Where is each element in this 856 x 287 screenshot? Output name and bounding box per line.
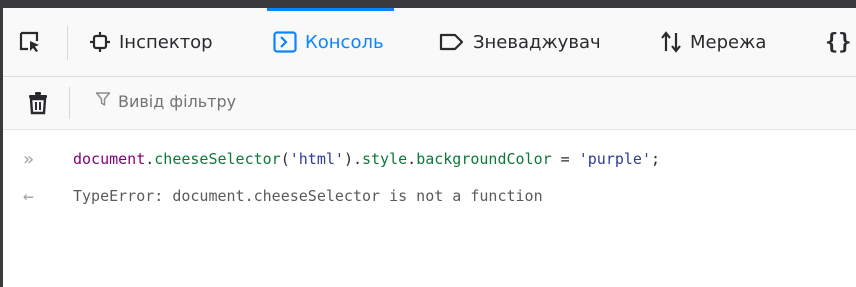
element-picker-icon <box>17 29 43 55</box>
result-arrow-icon: ← <box>23 185 34 207</box>
tab-debugger-label: Зневаджувач <box>473 31 601 53</box>
console-input-code[interactable]: document.cheeseSelector('html').style.ba… <box>73 150 660 168</box>
console-toolbar: Вивід фільтру <box>3 77 856 130</box>
tab-network[interactable]: Мережа <box>660 8 766 76</box>
debugger-icon <box>439 32 465 52</box>
input-prompt-icon: » <box>23 148 34 170</box>
tab-style-editor[interactable]: {} <box>825 8 856 76</box>
filter-placeholder: Вивід фільтру <box>118 91 237 111</box>
console-error-message: TypeError: document.cheeseSelector is no… <box>73 187 543 205</box>
devtools-tabbar: Інспектор Консоль Зневаджувач Мережа {} <box>3 8 856 77</box>
tab-debugger[interactable]: Зневаджувач <box>439 8 601 76</box>
tab-network-label: Мережа <box>690 31 767 53</box>
console-output: » document.cheeseSelector('html').style.… <box>3 130 856 287</box>
window-top-border <box>0 0 856 8</box>
filter-icon <box>95 91 111 111</box>
console-icon <box>273 31 297 53</box>
inspector-icon <box>89 31 111 53</box>
style-editor-icon: {} <box>825 29 852 55</box>
filter-output-input[interactable]: Вивід фільтру <box>95 91 236 111</box>
tab-separator <box>67 26 68 60</box>
tab-inspector-label: Інспектор <box>119 31 213 53</box>
tab-console[interactable]: Консоль <box>267 8 394 76</box>
toolbar-separator <box>69 87 70 119</box>
tab-element-picker[interactable] <box>17 8 51 76</box>
tab-inspector[interactable]: Інспектор <box>89 8 213 76</box>
network-icon <box>660 31 682 53</box>
tab-console-label: Консоль <box>305 31 384 53</box>
trash-icon[interactable] <box>27 91 49 119</box>
